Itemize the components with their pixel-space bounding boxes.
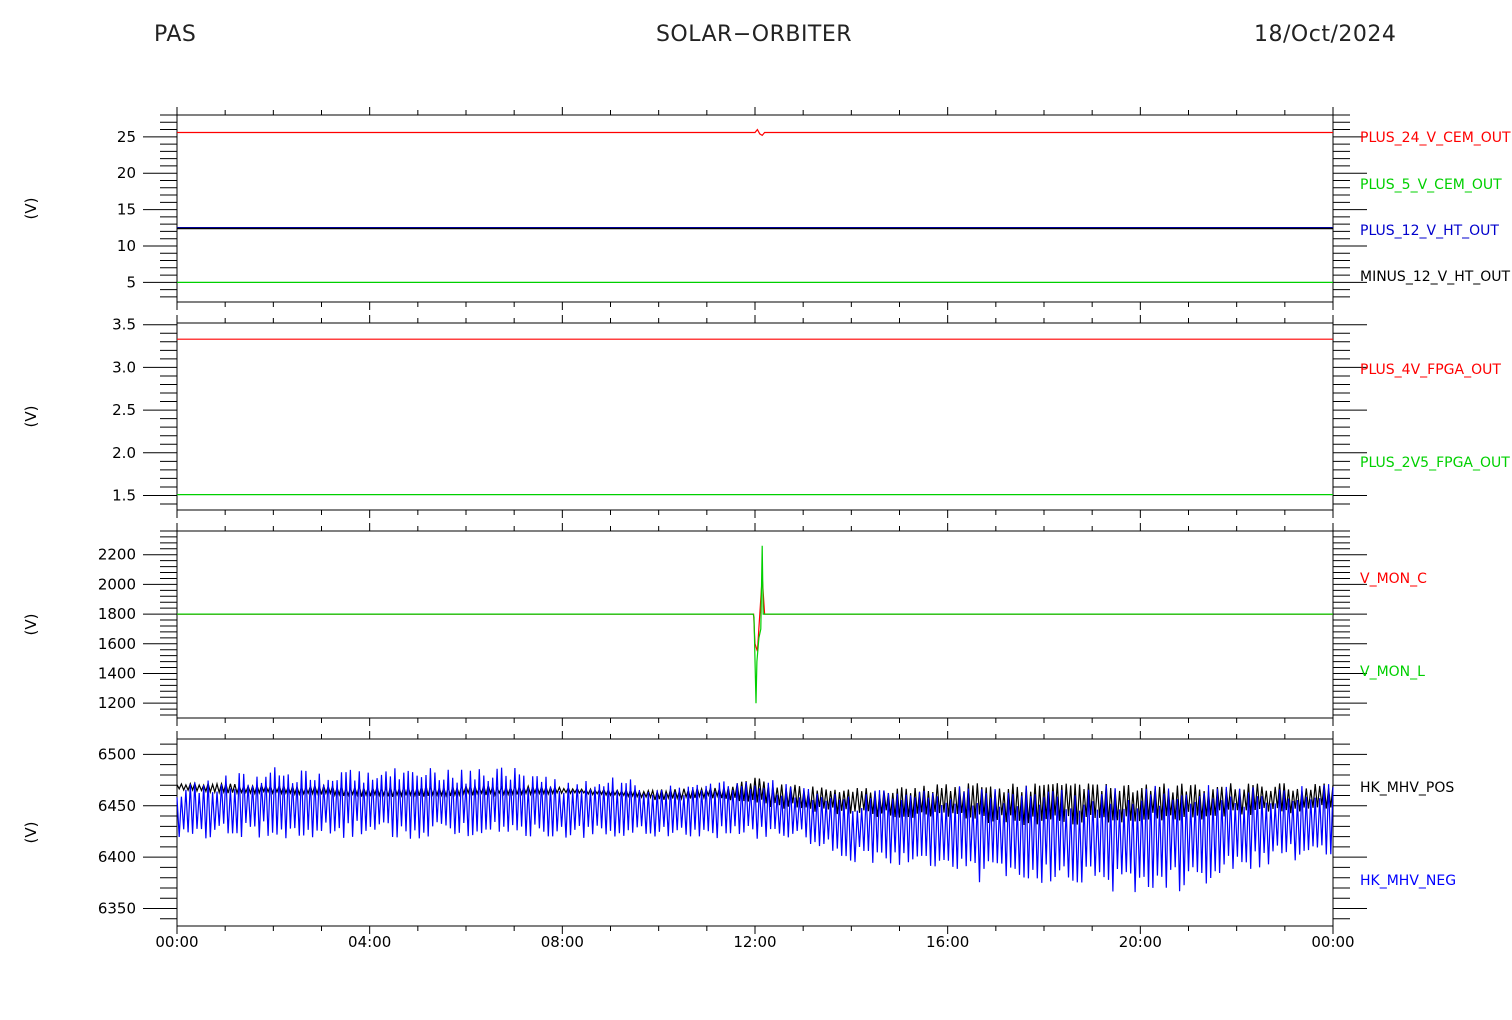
panel-2: 1.5 2.0 2.5 3.0 3.5 (V) PLUS_4V_FPGA_OUT PLUS_2…	[22, 315, 1510, 518]
legend-entry: MINUS_12_V_HT_OUT	[1360, 269, 1511, 285]
y-tick-label: 1800	[98, 605, 136, 623]
y-tick-label: 2.0	[112, 444, 136, 462]
x-tick-label: 20:00	[1119, 933, 1162, 951]
legend-entry: PLUS_12_V_HT_OUT	[1360, 223, 1499, 239]
x-tick-label: 12:00	[733, 933, 776, 951]
y-tick-label: 1400	[98, 664, 136, 682]
plot-frame	[176, 114, 1334, 303]
y-tick-label: 1.5	[112, 486, 136, 504]
y-tick-label: 10	[117, 237, 136, 255]
legend-entry: V_MON_C	[1360, 571, 1427, 587]
y-tick-label: 2.5	[112, 401, 136, 419]
y-axis-label: (V)	[22, 406, 40, 428]
legend-entry: HK_MHV_NEG	[1360, 873, 1456, 889]
series-line-plus-24-v-cem-out	[177, 128, 1333, 137]
legend-entry: PLUS_4V_FPGA_OUT	[1360, 362, 1501, 378]
x-tick-label: 00:00	[155, 933, 198, 951]
y-axis-label: (V)	[22, 822, 40, 844]
y-tick-label: 6450	[98, 797, 136, 815]
housekeeping-plot: 5 10 15 20 25 (V) PLUS_24_V_CEM_OUT PLUS_5_V_CE…	[22, 107, 1511, 951]
y-tick-label: 5	[126, 273, 136, 291]
y-axis-label: (V)	[22, 198, 40, 220]
x-tick-label: 00:00	[1311, 933, 1354, 951]
y-tick-label: 1200	[98, 694, 136, 712]
series-line-v-mon-l	[177, 545, 1333, 704]
legend-entry: PLUS_5_V_CEM_OUT	[1360, 177, 1502, 193]
x-tick-label: 04:00	[348, 933, 391, 951]
y-tick-label: 3.5	[112, 316, 136, 334]
y-axis-label: (V)	[22, 614, 40, 636]
panel-3: 1200 1400 1600 1800 2000 2200 (V) V_MON_C V_MON_…	[22, 523, 1427, 726]
y-tick-label: 2000	[98, 575, 136, 593]
plot-frame	[176, 322, 1334, 511]
x-tick-label: 16:00	[926, 933, 969, 951]
x-tick-label: 08:00	[541, 933, 584, 951]
plot-frame	[176, 738, 1334, 927]
legend-entry: HK_MHV_POS	[1360, 780, 1454, 796]
panel-1: 5 10 15 20 25 (V) PLUS_24_V_CEM_OUT PLUS_5_V_CE…	[22, 107, 1511, 310]
plot-frame	[176, 530, 1334, 719]
legend-entry: PLUS_2V5_FPGA_OUT	[1360, 455, 1510, 471]
panel-4: 6350 6400 6450 6500 (V) HK_MHV_POS HK_MHV_NEG 0…	[22, 731, 1456, 951]
y-tick-label: 1600	[98, 635, 136, 653]
y-tick-label: 6400	[98, 848, 136, 866]
legend-entry: PLUS_24_V_CEM_OUT	[1360, 130, 1511, 146]
y-tick-label: 6350	[98, 900, 136, 918]
series-line-hk-mhv-neg	[176, 767, 1334, 893]
y-tick-label: 15	[117, 201, 136, 219]
legend-entry: V_MON_L	[1360, 664, 1425, 680]
y-tick-label: 2200	[98, 546, 136, 564]
y-tick-label: 6500	[98, 745, 136, 763]
y-tick-label: 20	[117, 164, 136, 182]
y-tick-label: 25	[117, 128, 136, 146]
y-tick-label: 3.0	[112, 358, 136, 376]
